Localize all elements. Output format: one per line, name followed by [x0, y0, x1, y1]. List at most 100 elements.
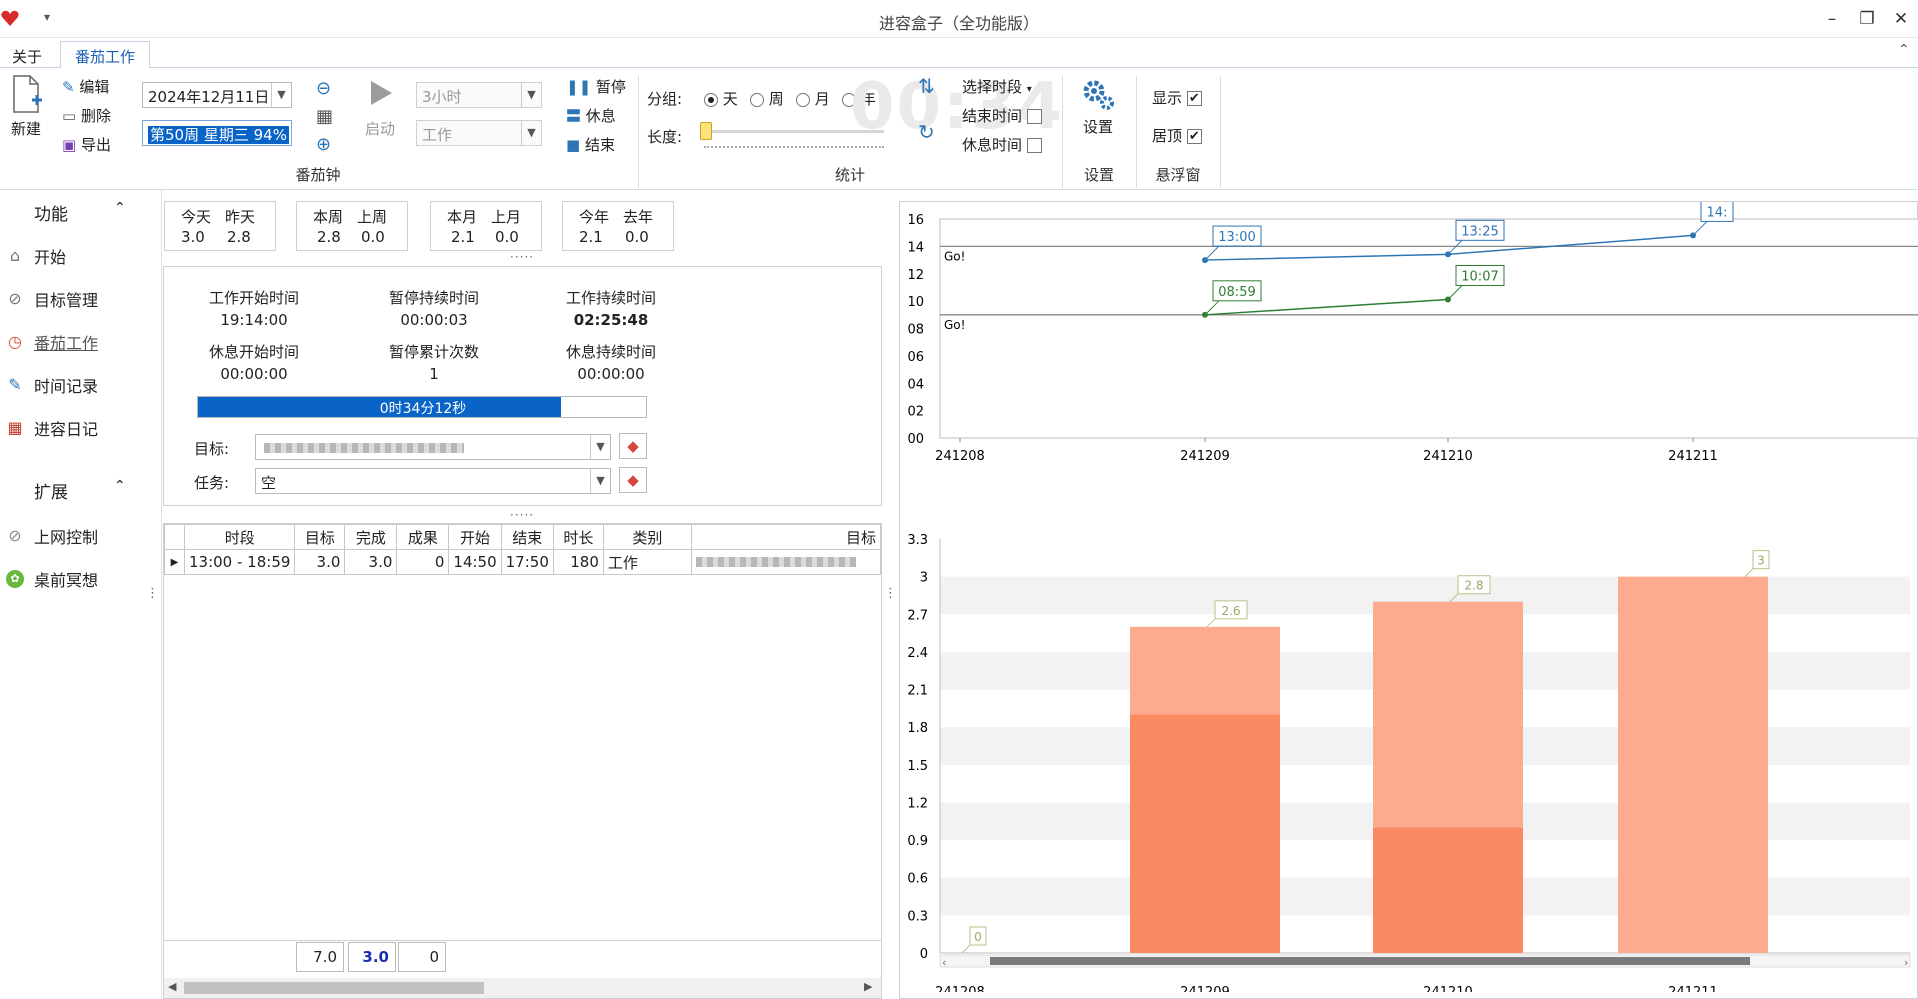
task-select[interactable]: 空 ▼	[255, 468, 611, 494]
select-period-dropdown[interactable]: 选择时段 ▾	[962, 76, 1032, 97]
export-icon: ▣	[62, 136, 77, 154]
extensions-header[interactable]: 扩展	[34, 478, 68, 503]
scroll-left-icon[interactable]: ◀	[168, 980, 176, 993]
delete-button[interactable]: ▭ 删除	[62, 105, 111, 126]
radio-year[interactable]: 年	[842, 88, 876, 109]
lotus-icon: ✿	[6, 570, 24, 588]
edit-button[interactable]: ✎ 编辑	[62, 76, 109, 97]
scrollbar-thumb[interactable]	[184, 982, 484, 994]
clear-goal-button[interactable]: ◆	[619, 433, 647, 459]
cell-period[interactable]: 13:00 - 18:59	[183, 549, 296, 575]
table-row[interactable]: ▶ 13:00 - 18:59 3.0 3.0 0 14:50 17:50 18…	[164, 549, 882, 575]
sidebar-item-net-control[interactable]: ⊘ 上网控制	[0, 522, 98, 550]
y-tick-label: 0.6	[907, 872, 928, 887]
new-button[interactable]: 新建	[8, 74, 44, 139]
bar	[1618, 576, 1768, 953]
goal-select[interactable]: ▼	[255, 434, 611, 460]
sidebar-item-time-log[interactable]: ✎ 时间记录	[0, 371, 98, 399]
length-slider-track[interactable]	[704, 130, 884, 133]
radio-year-label: 年	[860, 90, 876, 108]
chevron-down-icon[interactable]: ▼	[590, 469, 610, 493]
y-tick-label: 3.3	[907, 533, 928, 548]
refresh-icon[interactable]: ↻	[918, 120, 935, 144]
column-header[interactable]: 目标	[690, 524, 882, 550]
date-picker[interactable]: 2024年12月11日 ▼	[142, 82, 292, 108]
tab-about[interactable]: 关于	[0, 44, 54, 69]
calendar-grid-icon[interactable]: ▦	[316, 106, 333, 127]
sidebar-item-start[interactable]: ⌂ 开始	[0, 242, 66, 270]
column-header[interactable]: 完成	[344, 524, 398, 550]
cell-done[interactable]: 3.0	[344, 549, 398, 575]
sidebar-item-diary[interactable]: ▦ 进容日记	[0, 414, 98, 442]
cell-result[interactable]: 0	[396, 549, 450, 575]
week-field[interactable]: 第50周 星期三 94%	[142, 120, 292, 146]
column-header[interactable]: 开始	[448, 524, 502, 550]
functions-header[interactable]: 功能	[34, 200, 68, 225]
splitter-handle[interactable]: ·····	[510, 250, 534, 264]
length-slider-thumb[interactable]	[700, 122, 712, 140]
close-button[interactable]: ✕	[1886, 6, 1916, 32]
settings-button[interactable]: 设置	[1078, 78, 1118, 137]
sidebar-item-meditation[interactable]: ✿ 桌前冥想	[0, 565, 98, 593]
radio-month[interactable]: 月	[796, 88, 830, 109]
chevron-down-icon[interactable]: ▼	[521, 83, 541, 107]
duration-select[interactable]: 3小时 ▼	[416, 82, 542, 108]
splitter-handle[interactable]: ⋮	[146, 586, 159, 601]
radio-month-label: 月	[814, 90, 830, 108]
chevron-up-icon[interactable]: ⌃	[114, 478, 126, 494]
next-day-icon[interactable]: ⊕	[316, 134, 331, 155]
scroll-right-icon[interactable]: ▶	[864, 980, 872, 993]
minimize-button[interactable]: –	[1817, 6, 1847, 32]
type-select[interactable]: 工作 ▼	[416, 120, 542, 146]
cell-end[interactable]: 17:50	[500, 549, 554, 575]
cell-goal[interactable]	[690, 549, 882, 575]
rest-time-checkbox[interactable]	[1026, 138, 1042, 153]
show-checkbox[interactable]: ✔	[1186, 91, 1202, 106]
x-tick-label: 241208	[935, 449, 985, 464]
top-option[interactable]: 居顶 ✔	[1152, 125, 1202, 146]
chevron-down-icon[interactable]: ▼	[271, 83, 291, 107]
radio-week[interactable]: 周	[750, 88, 784, 109]
chevron-down-icon[interactable]: ▼	[521, 121, 541, 145]
column-header[interactable]: 目标	[294, 524, 346, 550]
export-button[interactable]: ▣ 导出	[62, 134, 111, 155]
cell-target[interactable]: 3.0	[294, 549, 346, 575]
sort-icon[interactable]: ⇅	[918, 74, 935, 98]
splitter-handle[interactable]: ⋮	[884, 586, 897, 601]
collapse-ribbon-icon[interactable]: ⌃	[1898, 42, 1910, 58]
column-header[interactable]: 时段	[183, 524, 296, 550]
top-checkbox[interactable]: ✔	[1186, 129, 1202, 144]
sidebar-item-pomodoro[interactable]: ◷ 番茄工作	[0, 328, 98, 356]
horizontal-scrollbar[interactable]: ◀ ▶	[164, 978, 881, 998]
pause-button[interactable]: ❚❚ 暂停	[566, 76, 626, 97]
cell-start[interactable]: 14:50	[448, 549, 502, 575]
clear-task-button[interactable]: ◆	[619, 467, 647, 493]
stat-label: 上周	[357, 208, 388, 226]
stat-box-week: 本周 上周 2.8 0.0	[296, 201, 408, 251]
column-header[interactable]: 成果	[396, 524, 450, 550]
scroll-right-icon: ›	[1904, 956, 1908, 969]
pause-count-value: 1	[429, 365, 439, 383]
stat-label: 今年	[579, 208, 610, 226]
column-header[interactable]: 类别	[602, 524, 692, 550]
column-header[interactable]: 时长	[552, 524, 604, 550]
end-time-option[interactable]: 结束时间	[962, 105, 1042, 126]
sidebar-item-label: 桌前冥想	[34, 571, 99, 590]
show-option[interactable]: 显示 ✔	[1152, 87, 1202, 108]
column-header[interactable]: 结束	[500, 524, 554, 550]
start-button[interactable]: 启动	[362, 78, 398, 139]
restore-button[interactable]: ❐	[1852, 6, 1882, 32]
chevron-up-icon[interactable]: ⌃	[114, 200, 126, 216]
prev-day-icon[interactable]: ⊖	[316, 78, 331, 99]
rest-button[interactable]: 〓 休息	[566, 105, 616, 126]
cell-category[interactable]: 工作	[602, 549, 692, 575]
rest-duration-value: 00:00:00	[577, 365, 645, 383]
chevron-down-icon[interactable]: ▼	[590, 435, 610, 459]
sidebar-item-goals[interactable]: ⊘ 目标管理	[0, 285, 98, 313]
radio-day[interactable]: 天	[704, 88, 738, 109]
end-button[interactable]: ■ 结束	[566, 134, 615, 155]
end-time-checkbox[interactable]	[1026, 109, 1042, 124]
splitter-handle[interactable]: ·····	[510, 508, 534, 522]
cell-duration[interactable]: 180	[552, 549, 604, 575]
rest-time-option[interactable]: 休息时间	[962, 134, 1042, 155]
